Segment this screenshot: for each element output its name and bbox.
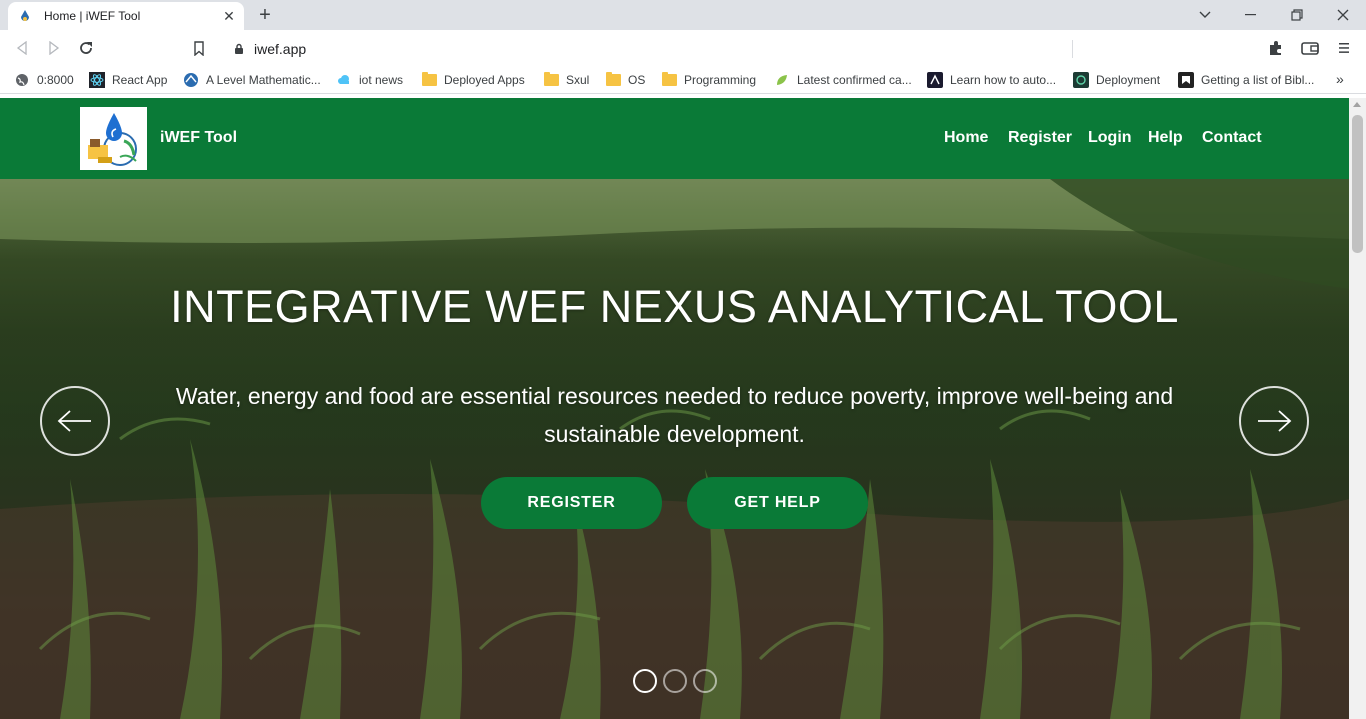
carousel-indicator-3[interactable] (693, 669, 717, 693)
bookmark-item[interactable]: iot news (336, 71, 403, 89)
nav-link-help[interactable]: Help (1148, 129, 1183, 147)
site-navbar: iWEF Tool Home Register Login Help Conta… (0, 98, 1349, 179)
back-icon[interactable] (10, 36, 34, 60)
lock-icon[interactable] (234, 43, 244, 55)
bookmark-item[interactable]: React App (89, 71, 167, 89)
bookmark-item[interactable]: A Level Mathematic... (183, 71, 321, 89)
bookmark-item[interactable]: Deployed Apps (421, 71, 525, 89)
url-text[interactable]: iwef.app (254, 41, 306, 57)
nav-link-register[interactable]: Register (1008, 129, 1072, 147)
site-brand[interactable]: iWEF Tool (160, 129, 237, 147)
tab-strip: Home | iWEF Tool ✕ + (0, 0, 1366, 30)
site-icon (927, 72, 943, 88)
nav-link-home[interactable]: Home (944, 129, 988, 147)
hero-carousel: INTEGRATIVE WEF NEXUS ANALYTICAL TOOL Wa… (0, 179, 1349, 719)
more-bookmarks-icon[interactable]: » (1336, 71, 1344, 87)
prev-slide-icon[interactable] (40, 386, 110, 456)
hero-subtitle: Water, energy and food are essential res… (175, 383, 1174, 447)
site-icon (183, 72, 199, 88)
menu-icon[interactable] (1332, 36, 1356, 60)
address-separator (1072, 40, 1073, 58)
folder-icon (605, 72, 621, 88)
folder-icon (543, 72, 559, 88)
bookmark-item[interactable]: Programming (661, 71, 756, 89)
carousel-indicator-1[interactable] (633, 669, 657, 693)
tab-title: Home | iWEF Tool (44, 9, 141, 23)
page-viewport: iWEF Tool Home Register Login Help Conta… (0, 98, 1366, 719)
register-button[interactable]: REGISTER (481, 477, 662, 529)
new-tab-icon[interactable]: + (254, 4, 276, 26)
restore-icon[interactable] (1274, 0, 1320, 30)
carousel-indicator-2[interactable] (663, 669, 687, 693)
close-window-icon[interactable] (1320, 0, 1366, 30)
leaf-icon (774, 72, 790, 88)
minimize-icon[interactable] (1228, 0, 1274, 30)
bookmark-item[interactable]: OS (605, 71, 645, 89)
globe-icon (14, 72, 30, 88)
bookmark-icon[interactable] (187, 36, 211, 60)
bookmark-item[interactable]: Getting a list of Bibl... (1178, 71, 1314, 89)
folder-icon (661, 72, 677, 88)
bookmark-item[interactable]: Learn how to auto... (927, 71, 1056, 89)
site-icon (1178, 72, 1194, 88)
hero-title: INTEGRATIVE WEF NEXUS ANALYTICAL TOOL (170, 281, 1179, 332)
reload-icon[interactable] (74, 36, 98, 60)
get-help-button[interactable]: GET HELP (687, 477, 868, 529)
wallet-icon[interactable] (1298, 36, 1322, 60)
close-tab-icon[interactable]: ✕ (220, 7, 238, 25)
bookmarks-bar: 0:8000 React App A Level Mathematic... i… (0, 66, 1366, 94)
address-bar[interactable]: iwef.app (220, 36, 1146, 62)
cloud-icon (336, 72, 352, 88)
bookmark-item[interactable]: 0:8000 (14, 71, 74, 89)
next-slide-icon[interactable] (1239, 386, 1309, 456)
nav-link-contact[interactable]: Contact (1202, 129, 1262, 147)
bookmark-item[interactable]: Deployment (1073, 71, 1160, 89)
scrollbar-thumb[interactable] (1352, 115, 1363, 253)
react-icon (89, 72, 105, 88)
folder-icon (421, 72, 437, 88)
extensions-icon[interactable] (1264, 36, 1288, 60)
page-scrollbar[interactable] (1349, 98, 1366, 719)
iwef-logo[interactable] (80, 107, 147, 170)
tab-search-icon[interactable] (1182, 0, 1228, 30)
site-icon (1073, 72, 1089, 88)
nav-link-login[interactable]: Login (1088, 129, 1132, 147)
bookmark-item[interactable]: Sxul (543, 71, 589, 89)
scroll-up-icon[interactable] (1353, 102, 1361, 107)
forward-icon[interactable] (42, 36, 66, 60)
active-tab[interactable]: Home | iWEF Tool ✕ (8, 2, 244, 30)
bookmark-item[interactable]: Latest confirmed ca... (774, 71, 912, 89)
iwef-favicon-icon (18, 9, 32, 23)
